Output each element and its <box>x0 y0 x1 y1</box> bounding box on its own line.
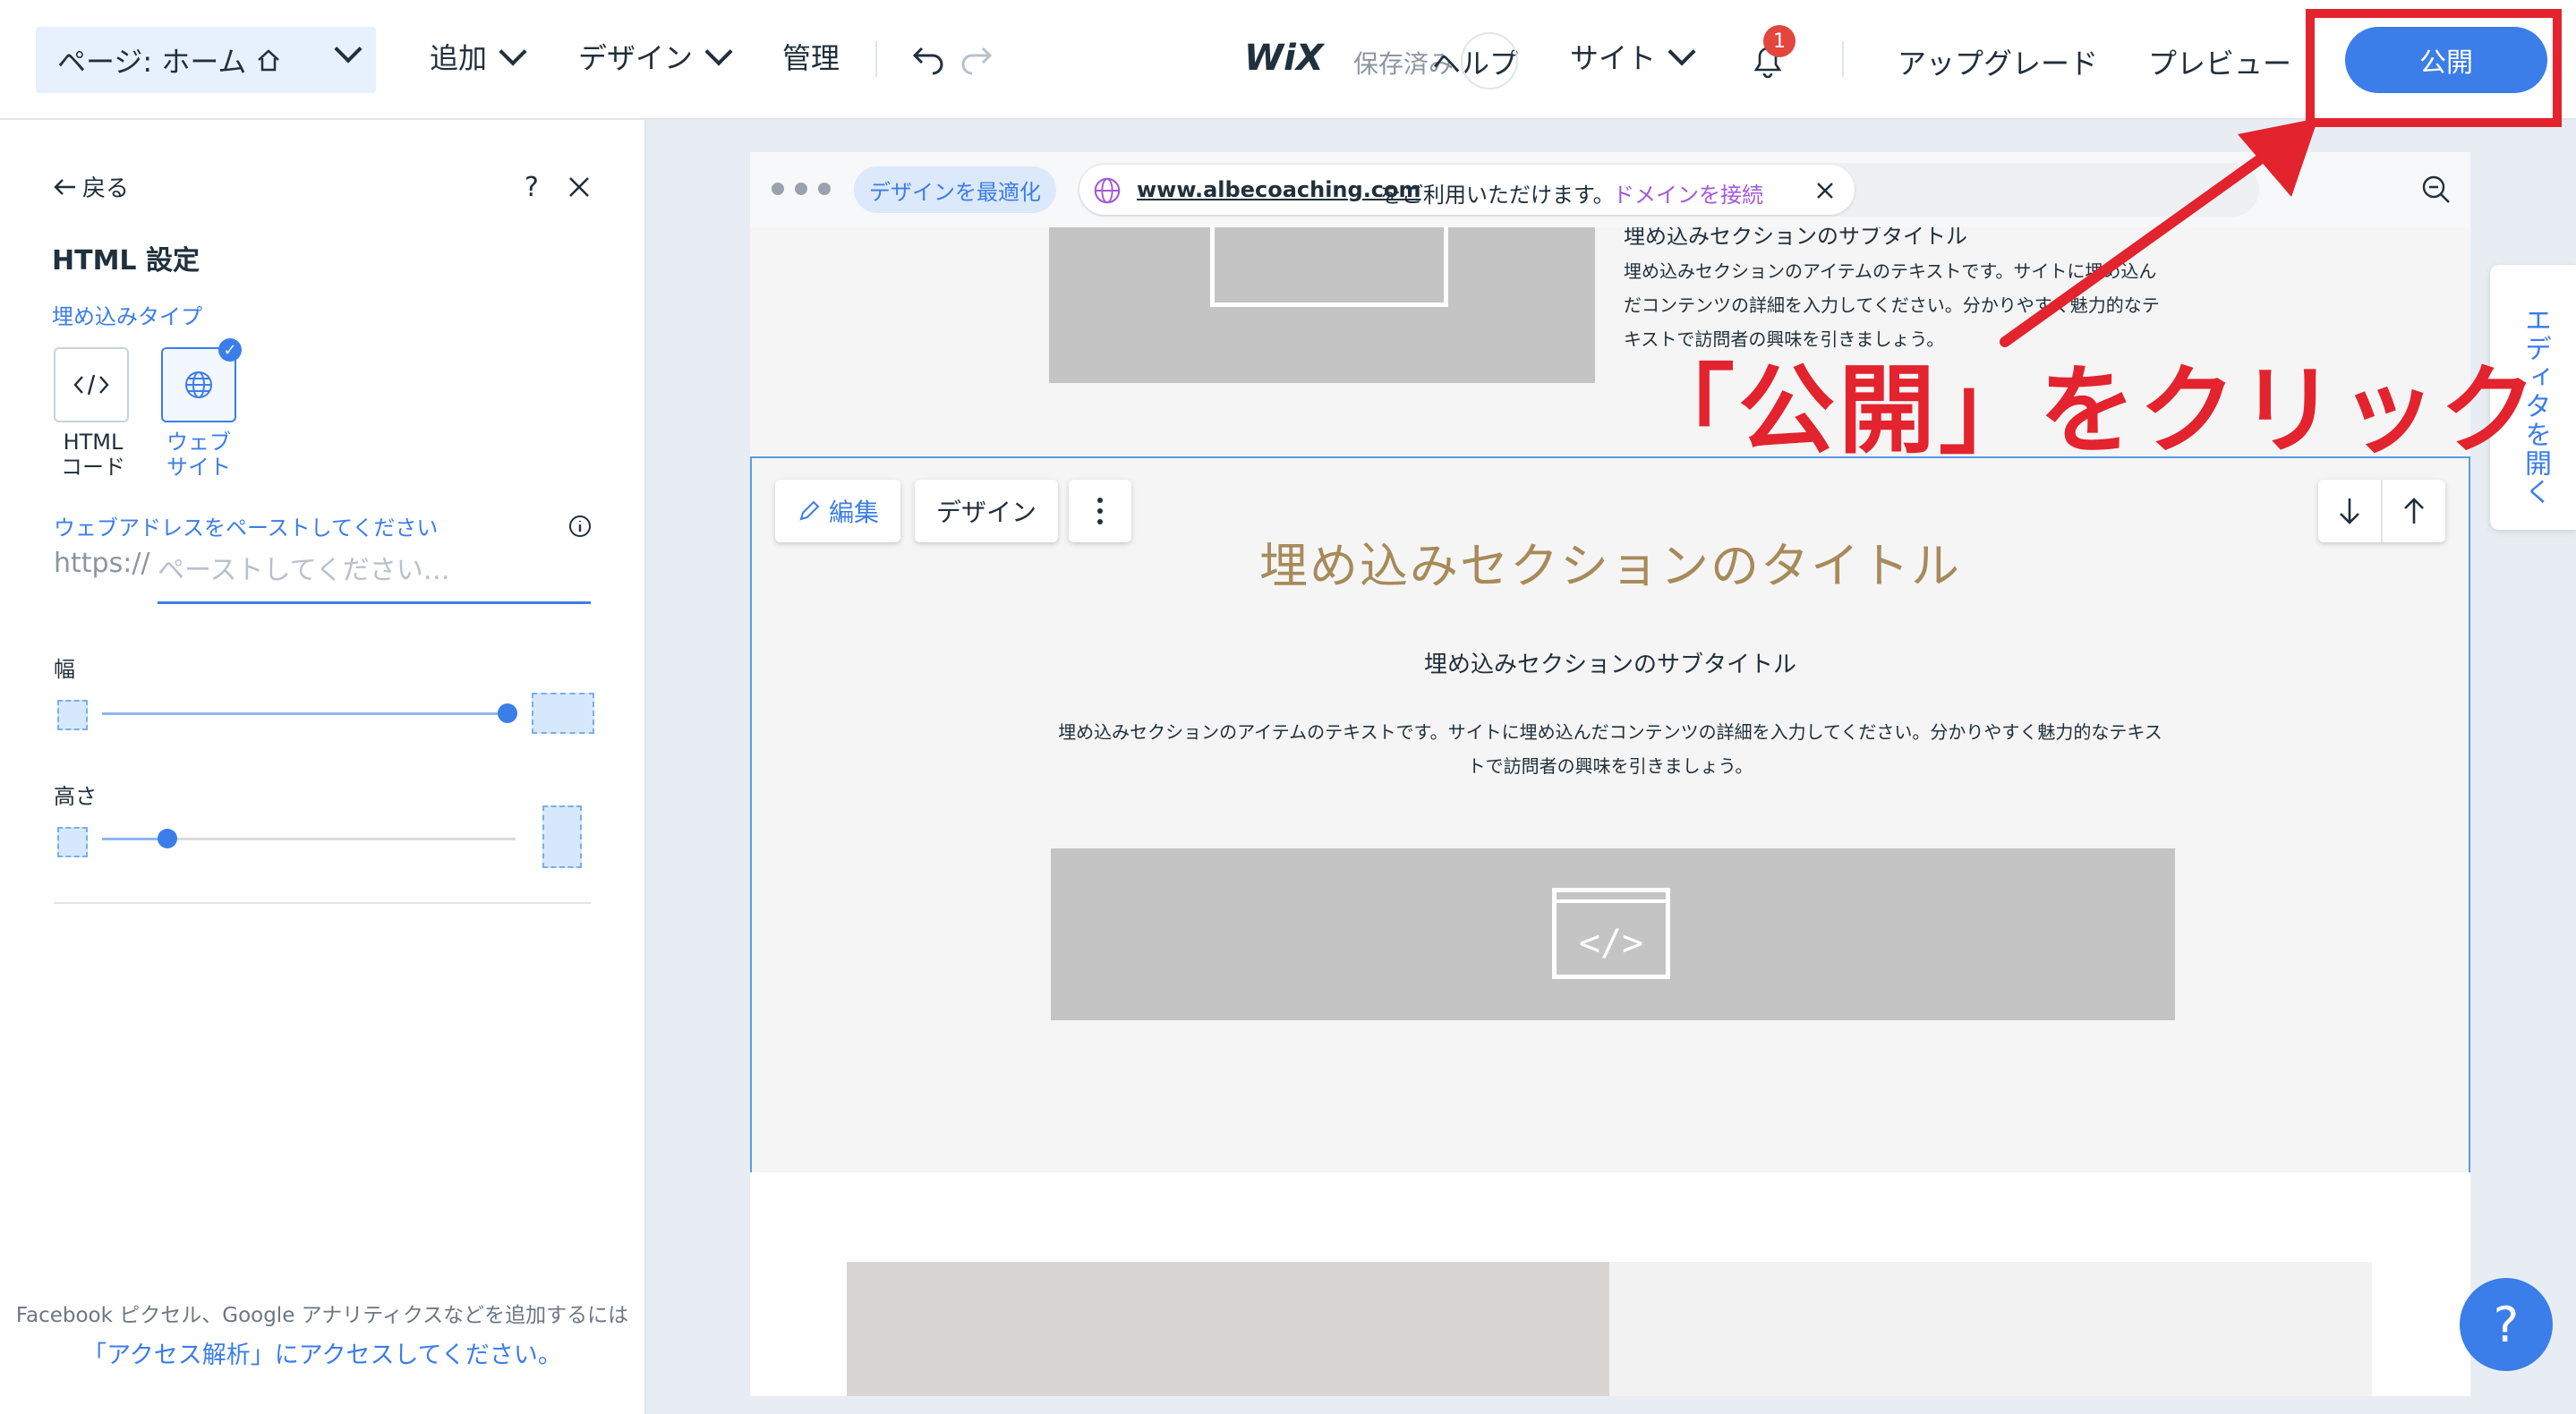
annotation-text: 「公開」をクリック <box>1638 355 2541 467</box>
page-selector[interactable]: ページ: ホーム <box>36 27 376 93</box>
undo-icon[interactable] <box>909 41 949 77</box>
notification-badge: 1 <box>1763 25 1796 57</box>
width-slider-track[interactable] <box>102 712 507 715</box>
menu-site-label: サイト <box>1570 41 1657 75</box>
width-min-icon <box>57 700 88 730</box>
menu-design-label: デザイン <box>578 41 694 75</box>
divider <box>54 902 591 904</box>
edit-label: 編集 <box>828 498 879 527</box>
arrow-down-icon[interactable] <box>2336 496 2363 526</box>
height-min-icon <box>57 827 88 857</box>
window-dot <box>795 183 807 195</box>
section-text-line2: トで訪問者の興味を引きましょう。 <box>1467 755 1753 777</box>
connect-domain-link[interactable]: ドメインを接続 <box>1613 177 1763 209</box>
optimize-design-button[interactable]: デザインを最適化 <box>854 166 1056 213</box>
domain-available-text: をご利用いただけます。 <box>1380 183 1615 208</box>
next-section <box>750 1172 2470 1396</box>
html-code-label: HTML コード <box>61 430 125 480</box>
height-label: 高さ <box>54 784 97 809</box>
html-code-option[interactable] <box>54 347 129 422</box>
embed-type-label: 埋め込みタイプ <box>52 304 202 329</box>
code-icon <box>1210 227 1448 307</box>
wix-logo: WiX <box>1244 38 1324 79</box>
globe-icon <box>185 371 212 398</box>
html-settings-panel: 戻る ? HTML 設定 埋め込みタイプ HTML コード ✓ ウェブ サイト … <box>0 120 646 1414</box>
menu-add[interactable]: 追加 <box>430 36 527 77</box>
divider <box>1842 41 1844 77</box>
embed-placeholder: </> <box>1051 848 2175 1020</box>
close-icon[interactable] <box>1815 181 1835 200</box>
website-label: ウェブ サイト <box>166 430 231 480</box>
pencil-icon <box>799 500 820 521</box>
check-icon: ✓ <box>218 338 242 362</box>
code-icon <box>73 374 109 396</box>
info-icon[interactable] <box>567 514 593 539</box>
zoom-out-icon[interactable] <box>2420 174 2452 206</box>
section-title: 埋め込みセクションのタイトル <box>1259 538 1961 594</box>
home-icon <box>258 49 280 72</box>
menu-design[interactable]: デザイン <box>578 36 733 77</box>
back-label: 戻る <box>82 175 130 202</box>
url-prefix: https:// <box>54 548 150 579</box>
window-dot <box>772 183 784 195</box>
menu-manage[interactable]: 管理 <box>782 36 840 77</box>
width-label: 幅 <box>54 657 75 682</box>
window-dot <box>818 183 831 195</box>
chevron-down-icon <box>704 38 733 66</box>
height-max-icon <box>542 805 582 868</box>
height-slider-handle[interactable] <box>158 829 177 848</box>
prev-section-subtitle: 埋め込みセクションのサブタイトル <box>1624 227 1967 249</box>
arrow-up-icon[interactable] <box>2401 496 2427 526</box>
page-selector-label: ページ: ホーム <box>57 45 247 79</box>
design-label: デザイン <box>935 498 1036 527</box>
code-symbol: </> <box>1578 923 1644 964</box>
url-input-underline <box>158 601 591 604</box>
image-placeholder <box>847 1262 1609 1396</box>
chevron-down-icon <box>1668 38 1696 66</box>
url-input[interactable]: ペーストしてください… <box>158 548 450 587</box>
help-button[interactable]: ? <box>525 172 539 203</box>
section-text-line1: 埋め込みセクションのアイテムのテキストです。サイトに埋め込んだコンテンツの詳細を… <box>1058 721 2162 743</box>
menu-manage-label: 管理 <box>782 41 840 75</box>
arrow-left-icon <box>54 178 75 195</box>
more-vertical-icon <box>1097 498 1103 524</box>
chevron-down-icon <box>334 35 363 64</box>
embed-placeholder <box>1049 227 1595 383</box>
top-bar: ページ: ホーム 追加 デザイン 管理 WiX 保存済み ヘルプ サイト 1 ア… <box>0 0 2576 120</box>
text-placeholder <box>1609 1262 2372 1396</box>
chevron-down-icon <box>499 38 527 66</box>
analytics-link[interactable]: 「アクセス解析」にアクセスしてください。 <box>9 1335 635 1370</box>
domain-banner: www.albecoaching.com をご利用いただけます。 ドメインを接続 <box>1079 165 1855 215</box>
url-label: ウェブアドレスをペーストしてください <box>54 515 439 541</box>
divider <box>875 41 877 77</box>
code-window-icon: </> <box>1552 888 1670 979</box>
panel-title: HTML 設定 <box>52 245 200 277</box>
section-subtitle: 埋め込みセクションのサブタイトル <box>1423 652 1796 678</box>
menu-add-label: 追加 <box>430 41 488 75</box>
domain-name[interactable]: www.albecoaching.com <box>1137 177 1421 202</box>
help-fab-button[interactable]: ? <box>2460 1278 2553 1371</box>
width-max-icon <box>532 693 594 734</box>
help-circle <box>1461 32 1518 89</box>
menu-site[interactable]: サイト <box>1570 36 1696 77</box>
redo-icon[interactable] <box>956 41 995 77</box>
window-bar <box>1557 899 1666 903</box>
footer-note: Facebook ピクセル、Google アナリティクスなどを追加するには <box>15 1304 629 1327</box>
close-icon[interactable] <box>566 174 593 200</box>
width-slider-handle[interactable] <box>498 703 517 723</box>
globe-icon <box>1094 177 1121 204</box>
upgrade-link[interactable]: アップグレード <box>1898 41 2098 82</box>
preview-link[interactable]: プレビュー <box>2148 41 2291 82</box>
back-link[interactable]: 戻る <box>52 170 129 203</box>
